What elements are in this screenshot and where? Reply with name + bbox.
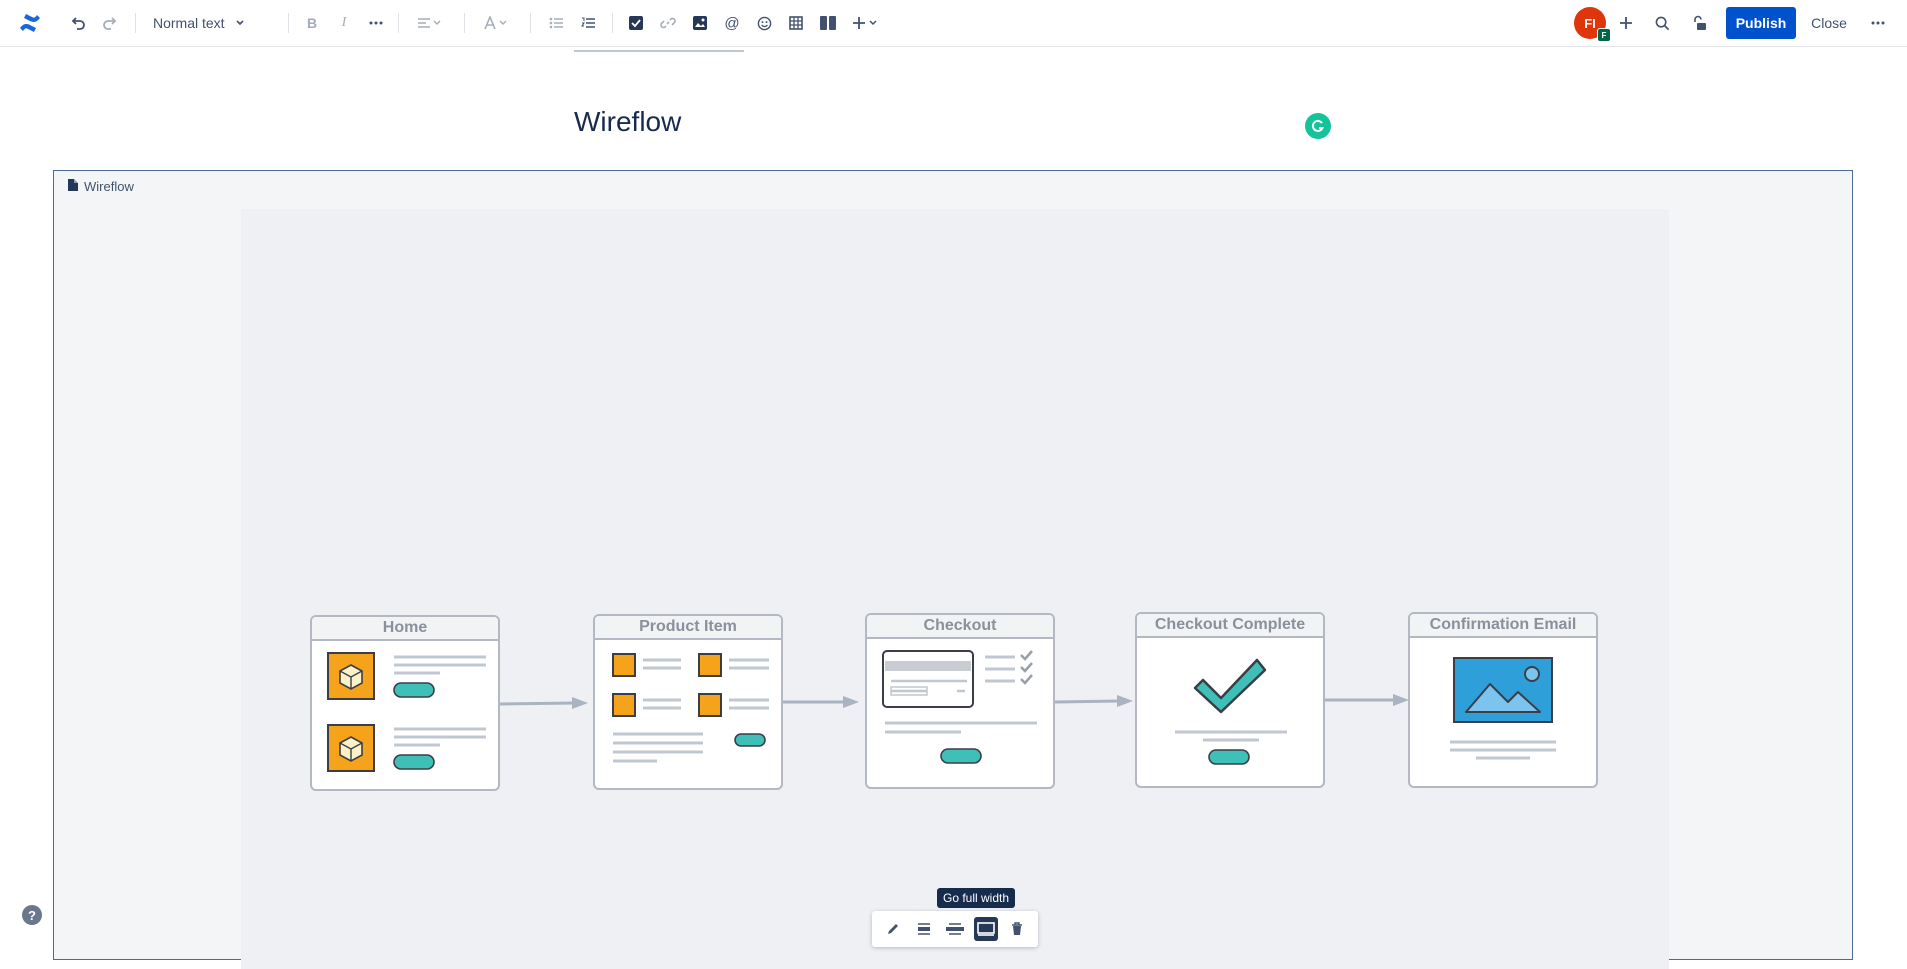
invite-plus-icon[interactable]	[1612, 0, 1640, 46]
emoji-icon[interactable]	[754, 0, 774, 46]
restrictions-lock-icon[interactable]	[1688, 0, 1712, 46]
confirmation-email-wireframe-graphic	[1450, 657, 1556, 760]
checkout-wireframe-graphic	[882, 650, 1037, 764]
wireframe-checkout[interactable]: Checkout	[865, 613, 1055, 789]
frame-title: Confirmation Email	[1410, 614, 1596, 638]
wide-width-icon[interactable]	[943, 917, 967, 941]
wireflow-macro[interactable]: Wireflow Home Product Item Checkout Chec…	[53, 170, 1853, 969]
wireframe-checkout-complete[interactable]: Checkout Complete	[1135, 612, 1325, 788]
wireframe-product-item[interactable]: Product Item	[593, 614, 783, 790]
help-icon[interactable]: ?	[22, 905, 42, 925]
flow-arrow	[500, 697, 588, 709]
alignment-icon[interactable]	[414, 0, 446, 46]
more-formatting-icon[interactable]	[366, 0, 386, 46]
bullet-list-icon[interactable]	[546, 0, 566, 46]
layouts-icon[interactable]	[818, 0, 838, 46]
avatar-badge: F	[1597, 28, 1611, 42]
flow-arrow	[1055, 695, 1133, 707]
product-item-wireframe-graphic	[612, 653, 769, 763]
full-width-icon[interactable]	[973, 917, 998, 941]
image-toolbar	[872, 911, 1038, 947]
scrolled-content-remnant	[574, 40, 754, 54]
frame-title: Checkout Complete	[1137, 614, 1323, 638]
italic-icon[interactable]: I	[334, 0, 354, 46]
search-icon[interactable]	[1650, 0, 1674, 46]
confluence-logo-icon[interactable]	[18, 0, 42, 46]
undo-icon[interactable]	[66, 0, 90, 46]
checkout-complete-wireframe-graphic	[1175, 658, 1287, 765]
chevron-down-icon	[235, 15, 245, 31]
table-icon[interactable]	[786, 0, 806, 46]
document-icon	[68, 179, 78, 194]
edit-pencil-icon[interactable]	[881, 917, 905, 941]
text-color-icon[interactable]	[480, 0, 512, 46]
text-style-dropdown[interactable]: Normal text	[153, 0, 245, 46]
flow-arrow	[1325, 694, 1409, 706]
home-wireframe-graphic	[327, 652, 486, 772]
more-options-icon[interactable]	[1866, 0, 1890, 46]
frame-title: Product Item	[595, 616, 781, 640]
editor-toolbar: Normal text B I @ FI F Publish Close	[0, 0, 1907, 47]
publish-button[interactable]: Publish	[1726, 7, 1796, 39]
diagram-canvas[interactable]: Home Product Item Checkout Checkout Comp…	[241, 209, 1669, 969]
bold-icon[interactable]: B	[302, 0, 322, 46]
text-style-label: Normal text	[153, 15, 225, 31]
insert-more-icon[interactable]	[850, 0, 882, 46]
grammarly-icon[interactable]	[1305, 113, 1331, 139]
frame-title: Home	[312, 617, 498, 641]
align-center-width-icon[interactable]	[912, 917, 936, 941]
wireframe-home[interactable]: Home	[310, 615, 500, 791]
frame-title: Checkout	[867, 615, 1053, 639]
close-button[interactable]: Close	[1806, 7, 1852, 39]
macro-label: Wireflow	[68, 179, 134, 194]
delete-trash-icon[interactable]	[1005, 917, 1029, 941]
redo-icon[interactable]	[98, 0, 122, 46]
page-title[interactable]: Wireflow	[574, 106, 681, 138]
wireframe-confirmation-email[interactable]: Confirmation Email	[1408, 612, 1598, 788]
macro-label-text: Wireflow	[84, 179, 134, 194]
flow-arrow	[783, 696, 859, 708]
tooltip-go-full-width: Go full width	[937, 888, 1016, 908]
